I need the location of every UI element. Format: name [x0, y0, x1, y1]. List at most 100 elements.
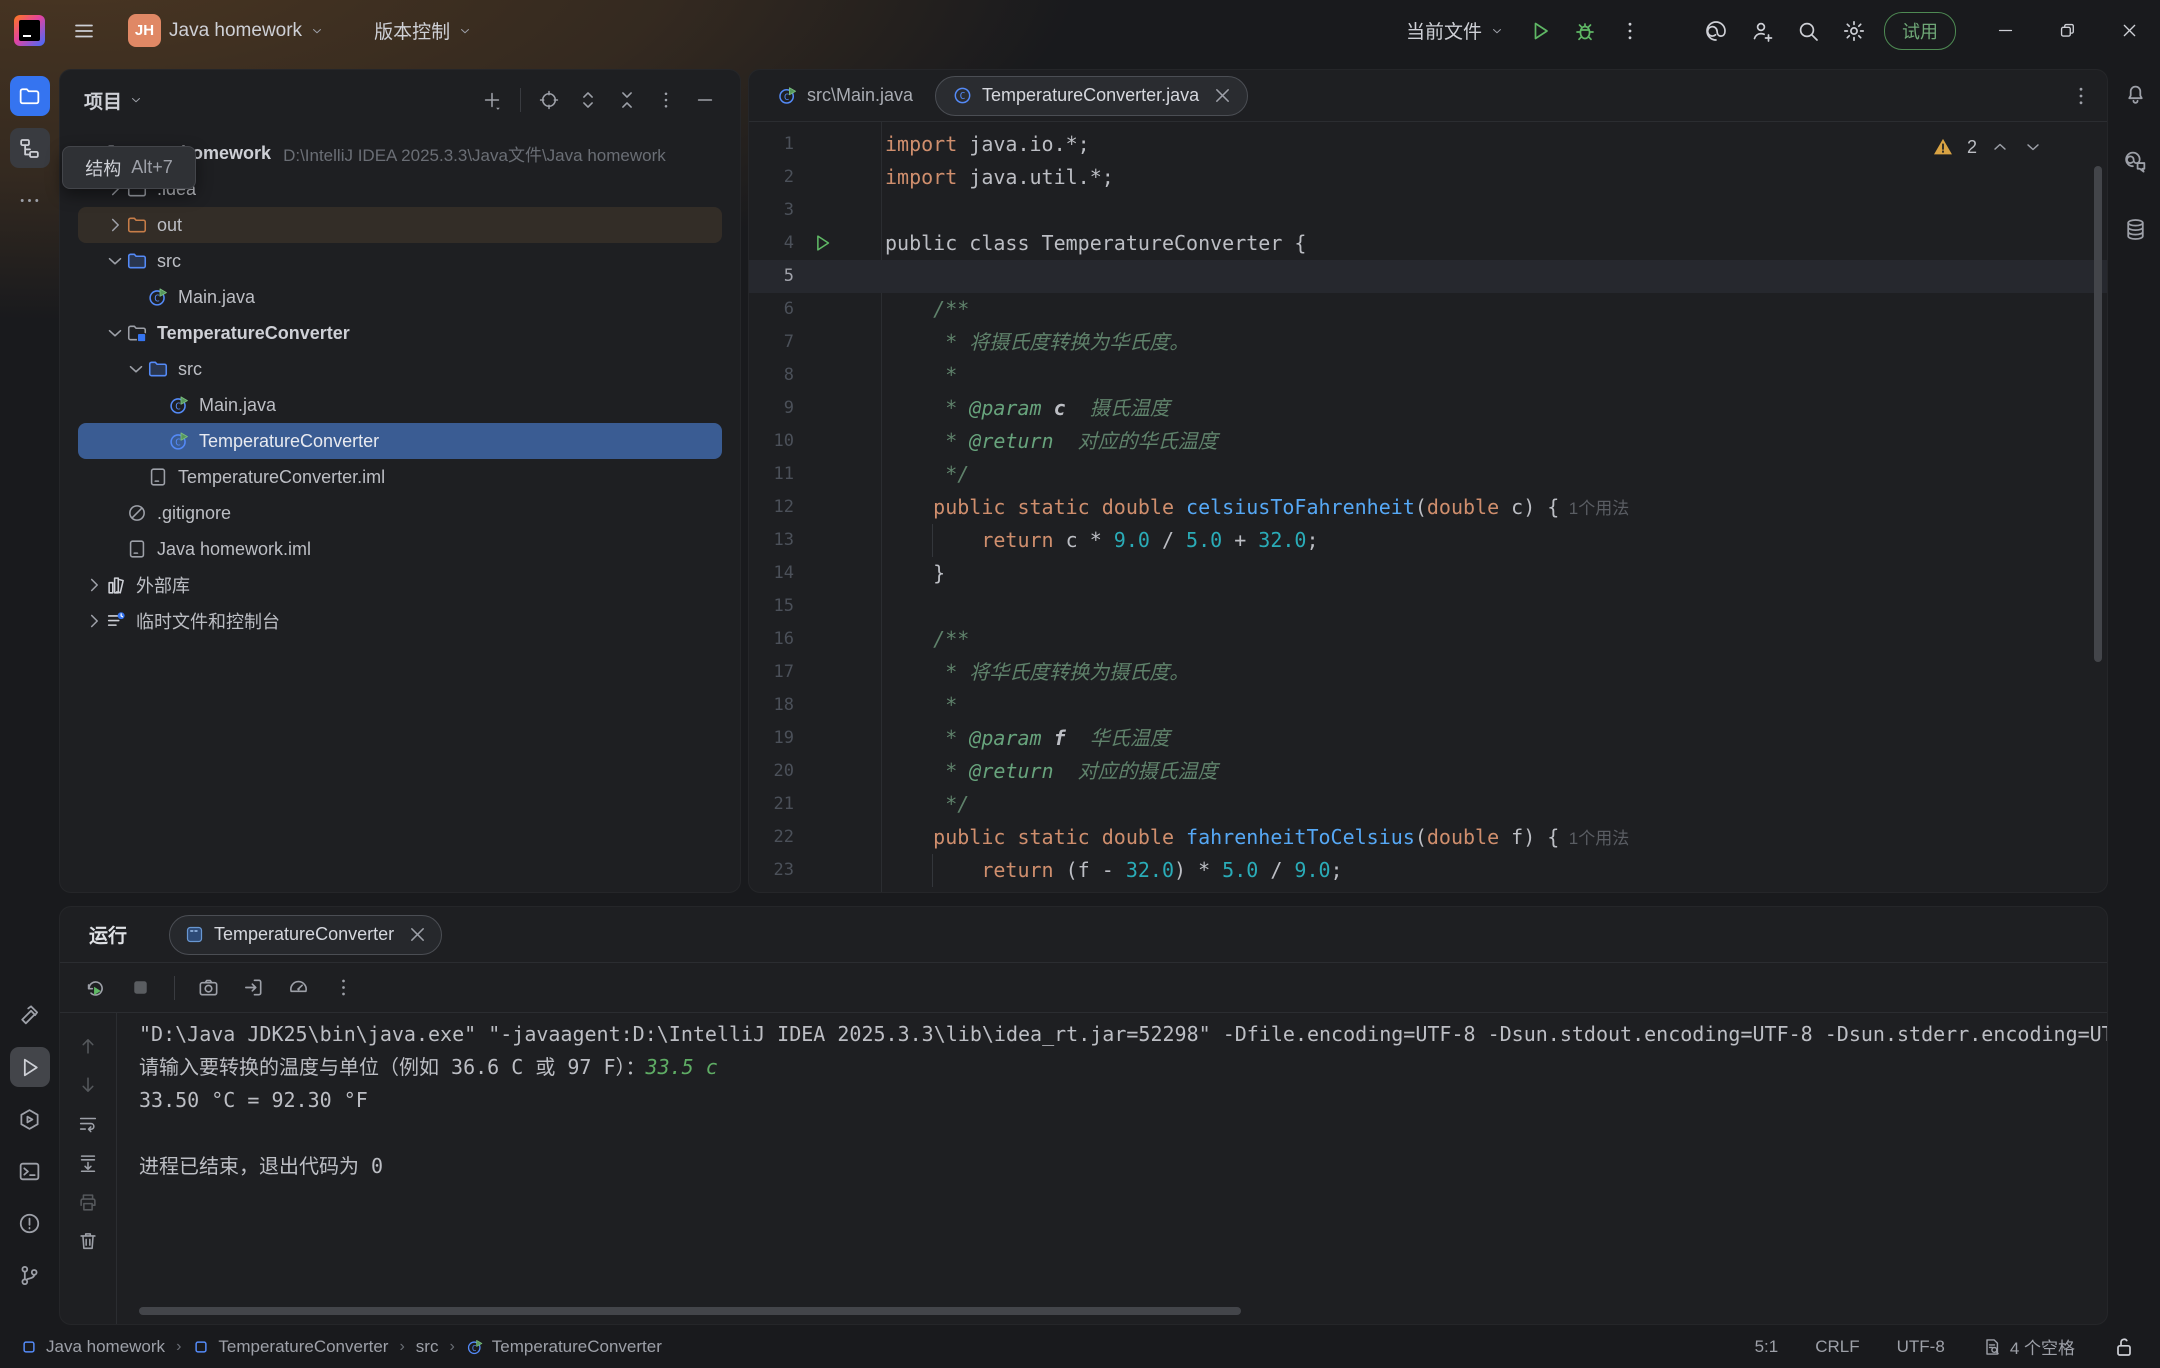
print-icon[interactable]	[77, 1191, 99, 1213]
code-line[interactable]: 21 */	[749, 788, 2107, 821]
next-problem-icon[interactable]	[2023, 137, 2043, 157]
project-switcher[interactable]: JH Java homework	[118, 11, 334, 51]
breadcrumb-project[interactable]: Java homework	[20, 1337, 165, 1357]
tree-row[interactable]: 临时文件和控制台	[78, 603, 722, 639]
chevron-collapsed-icon[interactable]	[104, 214, 126, 236]
services-toolwindow-button[interactable]	[10, 1099, 50, 1139]
breadcrumb-class[interactable]: C TemperatureConverter	[466, 1337, 662, 1357]
run-button[interactable]	[1528, 19, 1552, 43]
chevron-collapsed-icon[interactable]	[83, 574, 105, 596]
code-line[interactable]: 19 * @param f 华氏温度	[749, 722, 2107, 755]
search-everywhere-icon[interactable]	[1796, 19, 1820, 43]
more-actions-icon[interactable]	[1618, 19, 1642, 43]
trial-badge[interactable]: 试用	[1884, 12, 1956, 50]
attach-profiler-icon[interactable]	[242, 976, 265, 999]
profiler-icon[interactable]	[287, 976, 310, 999]
inspections-widget[interactable]: 2	[1932, 136, 2043, 158]
run-configuration-selector[interactable]: 当前文件	[1396, 11, 1514, 51]
tab-temperatureconverter-java[interactable]: C TemperatureConverter.java	[935, 76, 1248, 116]
chevron-expanded-icon[interactable]	[104, 250, 126, 272]
up-stacktrace-icon[interactable]	[77, 1035, 99, 1057]
tree-row[interactable]: .gitignore	[78, 495, 722, 531]
commit-toolwindow-button[interactable]	[10, 1255, 50, 1295]
tree-row[interactable]: src	[78, 243, 722, 279]
collapse-all-icon[interactable]	[616, 89, 638, 111]
debug-button[interactable]	[1573, 19, 1597, 43]
code-line[interactable]: 20 * @return 对应的摄氏温度	[749, 755, 2107, 788]
breadcrumb-module[interactable]: TemperatureConverter	[192, 1337, 388, 1357]
code-line[interactable]: 9 * @param c 摄氏温度	[749, 392, 2107, 425]
build-toolwindow-button[interactable]	[10, 995, 50, 1035]
code-line[interactable]: 23 return (f - 32.0) * 5.0 / 9.0;	[749, 854, 2107, 887]
scroll-to-end-icon[interactable]	[77, 1152, 99, 1174]
panel-options-icon[interactable]	[655, 89, 677, 111]
database-toolwindow-button[interactable]	[2115, 209, 2155, 249]
minimize-button[interactable]	[1974, 0, 2036, 61]
code-line[interactable]: 3	[749, 194, 2107, 227]
code-line[interactable]: 13 return c * 9.0 / 5.0 + 32.0;	[749, 524, 2107, 557]
locate-file-icon[interactable]	[538, 89, 560, 111]
settings-icon[interactable]	[1842, 19, 1866, 43]
tree-row[interactable]: TemperatureConverter	[78, 315, 722, 351]
terminal-toolwindow-button[interactable]	[10, 1151, 50, 1191]
line-separator-widget[interactable]: CRLF	[1815, 1337, 1859, 1357]
lock-icon[interactable]	[2112, 1335, 2136, 1359]
code-line[interactable]: 6 /**	[749, 293, 2107, 326]
run-toolwindow-button[interactable]	[10, 1047, 50, 1087]
code-line[interactable]: 5	[749, 260, 2107, 293]
encoding-widget[interactable]: UTF-8	[1897, 1337, 1945, 1357]
close-button[interactable]	[2098, 0, 2160, 61]
chevron-expanded-icon[interactable]	[104, 322, 126, 344]
more-toolwindows-button[interactable]	[10, 180, 50, 220]
code-with-me-icon[interactable]	[1750, 19, 1774, 43]
run-gutter-icon[interactable]	[811, 232, 833, 254]
tree-row[interactable]: 外部库	[78, 567, 722, 603]
code-line[interactable]: 16 /**	[749, 623, 2107, 656]
code-line[interactable]: 15	[749, 590, 2107, 623]
code-line[interactable]: 2import java.util.*;	[749, 161, 2107, 194]
memory-snapshot-icon[interactable]	[197, 976, 220, 999]
tree-row[interactable]: src	[78, 351, 722, 387]
code-line[interactable]: 22 public static double fahrenheitToCels…	[749, 821, 2107, 854]
soft-wrap-icon[interactable]	[77, 1113, 99, 1135]
toolbar-more-icon[interactable]	[332, 976, 355, 999]
code-line[interactable]: 7 * 将摄氏度转换为华氏度。	[749, 326, 2107, 359]
tree-row[interactable]: Java homework.iml	[78, 531, 722, 567]
chevron-collapsed-icon[interactable]	[83, 610, 105, 632]
chevron-expanded-icon[interactable]	[125, 358, 147, 380]
editor-options-icon[interactable]	[2069, 84, 2093, 108]
stop-icon[interactable]	[129, 976, 152, 999]
tab-main-java[interactable]: C src\Main.java	[763, 70, 927, 122]
close-tab-icon[interactable]	[1212, 85, 1233, 106]
structure-toolwindow-button[interactable]	[10, 128, 50, 168]
restore-button[interactable]	[2036, 0, 2098, 61]
console-h-scrollbar[interactable]	[139, 1307, 1241, 1315]
indent-widget[interactable]: 4 个空格	[1982, 1334, 2075, 1359]
close-run-tab-icon[interactable]	[407, 924, 428, 945]
console-output[interactable]: "D:\Java JDK25\bin\java.exe" "-javaagent…	[139, 1018, 2107, 1183]
tree-row[interactable]: CTemperatureConverter	[78, 423, 722, 459]
project-toolwindow-button[interactable]	[10, 76, 50, 116]
code-line[interactable]: 18 *	[749, 689, 2107, 722]
main-menu-icon[interactable]	[72, 19, 96, 43]
clear-console-icon[interactable]	[77, 1230, 99, 1252]
vcs-widget[interactable]: 版本控制	[364, 11, 482, 51]
down-stacktrace-icon[interactable]	[77, 1074, 99, 1096]
code-line[interactable]: 12 public static double celsiusToFahrenh…	[749, 491, 2107, 524]
tree-row[interactable]: out	[78, 207, 722, 243]
tree-row[interactable]: CMain.java	[78, 387, 722, 423]
tree-row[interactable]: CMain.java	[78, 279, 722, 315]
code-line[interactable]: 10 * @return 对应的华氏温度	[749, 425, 2107, 458]
code-area[interactable]: 1import java.io.*;2import java.util.*;34…	[749, 128, 2107, 887]
add-icon[interactable]	[481, 89, 503, 111]
caret-position-widget[interactable]: 5:1	[1755, 1337, 1779, 1357]
code-line[interactable]: 11 */	[749, 458, 2107, 491]
code-line[interactable]: 17 * 将华氏度转换为摄氏度。	[749, 656, 2107, 689]
problems-toolwindow-button[interactable]	[10, 1203, 50, 1243]
breadcrumb-src[interactable]: src	[416, 1337, 439, 1357]
expand-all-icon[interactable]	[577, 89, 599, 111]
code-line[interactable]: 8 *	[749, 359, 2107, 392]
notifications-button[interactable]	[2115, 73, 2155, 113]
run-tab-temperatureconverter[interactable]: TemperatureConverter	[169, 915, 442, 955]
prev-problem-icon[interactable]	[1990, 137, 2010, 157]
